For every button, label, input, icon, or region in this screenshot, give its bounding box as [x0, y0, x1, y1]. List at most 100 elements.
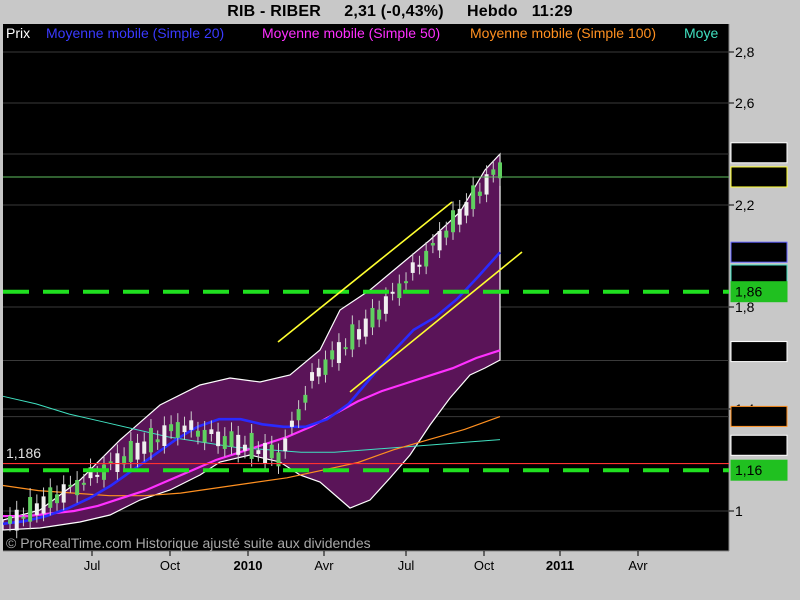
x-tick-label: Avr: [314, 558, 334, 573]
candle-body: [303, 394, 308, 403]
value-label: 1,371: [735, 408, 770, 424]
candle-body: [410, 262, 415, 273]
watermark: © ProRealTime.com Historique ajusté suit…: [6, 535, 371, 551]
candle-body: [61, 484, 66, 503]
candle-body: [68, 484, 73, 487]
candle-body: [209, 429, 214, 434]
candle-body: [75, 480, 80, 496]
candle-body: [424, 250, 429, 267]
candle-body: [162, 425, 167, 446]
candle-body: [383, 296, 388, 314]
candle-body: [269, 444, 274, 459]
candle-body: [390, 291, 395, 294]
value-label: 2,015: [735, 244, 770, 260]
candle-body: [404, 281, 409, 284]
candle-body: [175, 422, 180, 438]
candle-body: [236, 434, 241, 455]
candle-body: [323, 359, 328, 375]
candle-body: [343, 347, 348, 350]
candle-body: [8, 516, 12, 524]
candle-body: [457, 208, 462, 225]
candle-body: [417, 264, 422, 267]
candle-body: [216, 431, 221, 447]
candle-body: [370, 308, 375, 328]
chart[interactable]: Prix Moyenne mobile (Simple 20) Moyenne mo…: [0, 0, 800, 600]
candle-body: [350, 324, 355, 350]
candle-body: [195, 430, 200, 437]
x-tick-label: Jul: [84, 558, 101, 573]
candle-body: [242, 444, 247, 451]
value-label: 1,86: [735, 284, 762, 300]
candle-body: [54, 494, 59, 504]
candle-body: [101, 464, 106, 480]
candle-body: [41, 496, 46, 514]
candle-body: [155, 439, 160, 443]
candle-body: [397, 283, 402, 299]
candle-body: [357, 329, 362, 340]
candle-body: [81, 482, 86, 485]
candle-body: [202, 429, 207, 443]
candle-body: [289, 420, 294, 427]
candle-body: [310, 372, 315, 381]
candle-body: [464, 202, 469, 216]
candle-body: [430, 243, 435, 246]
x-tick-label: Oct: [160, 558, 181, 573]
candle-body: [330, 350, 335, 360]
candle-body: [28, 497, 33, 522]
x-axis: Jul Oct 2010 Avr Jul Oct 2011 Avr: [84, 551, 648, 573]
candle-body: [316, 367, 321, 377]
candle-body: [444, 230, 449, 238]
candle-body: [437, 230, 442, 251]
x-tick-label: Avr: [628, 558, 648, 573]
candle-body: [189, 420, 194, 430]
candle-body: [491, 169, 496, 175]
candle-body: [34, 503, 39, 515]
value-label: 1,6252: [735, 344, 778, 360]
x-tick-label: 2011: [546, 558, 574, 573]
candle-body: [148, 427, 153, 453]
legend: Prix Moyenne mobile (Simple 20) Moyenne mo…: [6, 25, 718, 41]
candle-body: [363, 318, 368, 337]
candle-body: [128, 440, 133, 463]
y-tick-label: 2,2: [735, 197, 755, 213]
candle-body: [263, 442, 268, 464]
value-label: 1,2577: [735, 437, 778, 453]
candle-body: [95, 474, 100, 477]
candle-body: [377, 309, 382, 320]
legend-item: Moyenne mobile (Simple 50): [262, 25, 440, 41]
x-tick-label: Oct: [474, 558, 495, 573]
candle-body: [115, 453, 120, 472]
candle-body: [142, 441, 147, 454]
x-tick-label: Jul: [398, 558, 415, 573]
candle-body: [471, 185, 476, 210]
y-tick-label: 1: [735, 503, 743, 519]
candle-body: [135, 442, 140, 460]
candle-body: [256, 450, 261, 454]
x-tick-label: 2010: [234, 558, 263, 573]
candle-body: [48, 487, 53, 508]
value-label: 2,4048: [735, 145, 778, 161]
legend-item: Prix: [6, 25, 30, 41]
candle-body: [249, 432, 254, 459]
candle-body: [222, 436, 227, 449]
left-ref-label: 1,186: [6, 445, 41, 461]
legend-item: Moyenne mobile (Simple 100): [470, 25, 656, 41]
candle-body: [498, 162, 502, 179]
candle-body: [169, 424, 174, 432]
y-tick-label: 2,6: [735, 95, 755, 111]
candle-body: [296, 409, 301, 421]
candle-body: [336, 342, 341, 364]
value-label: 2,31: [735, 169, 762, 185]
y-axis: 2,82,62,21,81,412,40482,312,0151,92551,8…: [729, 44, 788, 519]
legend-item: Moyenne mobile (Simple 20): [46, 25, 224, 41]
candle-body: [283, 438, 288, 452]
value-label: 1,9255: [735, 267, 778, 283]
candle-body: [451, 210, 456, 233]
candle-body: [229, 431, 234, 447]
y-tick-label: 2,8: [735, 44, 755, 60]
value-label: 1,16: [735, 462, 762, 478]
legend-item: Moye: [684, 25, 718, 41]
candle-body: [477, 191, 482, 196]
candle-body: [14, 509, 19, 531]
candle-body: [21, 516, 26, 519]
